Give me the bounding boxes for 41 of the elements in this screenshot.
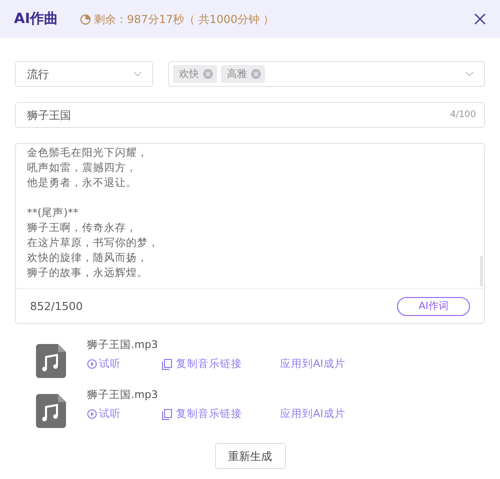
music-file-icon (36, 394, 66, 428)
lyric-line: 他是勇者，永不退让。 (27, 176, 138, 192)
style-select[interactable]: 流行 (15, 61, 153, 87)
lyric-line: **(尾声)** (27, 206, 80, 221)
mood-select[interactable]: 欢快 高雅 (168, 61, 485, 87)
lyrics-field[interactable]: 金色鬃毛在阳光下闪耀， 吼声如雷，震撼四方， 他是勇者，永不退让。 **(尾声)** 狮子王啊，传奇永存， 在这片草原，书写你的梦， 欢快的旋律，随风而扬， 狮子的故事，永远辉煌。 852/1500 AI作词 (15, 143, 485, 324)
copy-icon (162, 358, 172, 370)
preview-link[interactable]: 试听 (87, 357, 162, 371)
file-name: 狮子王国.mp3 (87, 338, 159, 352)
dialog-title: AI作曲 (14, 10, 58, 28)
lyric-line: 欢快的旋律，随风而扬， (27, 251, 149, 266)
title-value: 狮子王国 (27, 108, 71, 122)
file-name: 狮子王国.mp3 (87, 388, 159, 402)
play-icon (87, 359, 97, 369)
chevron-icon (133, 71, 142, 77)
lyric-line: 狮子的故事，永远辉煌。 (27, 266, 149, 282)
lyric-line: 狮子王啊，传奇永存， (27, 220, 138, 236)
apply-link[interactable]: 应用到AI成片 (280, 357, 346, 371)
preview-link[interactable]: 试听 (87, 407, 162, 421)
remove-icon[interactable] (203, 69, 213, 79)
music-file-icon (36, 344, 66, 378)
copy-link[interactable]: 复制音乐链接 (162, 357, 280, 371)
title-field[interactable]: 狮子王国 4/100 (15, 102, 485, 128)
copy-link[interactable]: 复制音乐链接 (162, 407, 280, 421)
remove-icon[interactable] (251, 69, 261, 79)
lyric-line: 金色鬃毛在阳光下闪耀， (27, 146, 149, 161)
apply-link[interactable]: 应用到AI成片 (280, 407, 346, 421)
pie-icon (80, 14, 92, 24)
regenerate-button[interactable]: 重新生成 (214, 443, 286, 469)
copy-icon (162, 408, 172, 420)
play-icon (87, 409, 97, 419)
lyric-line: 在这片草原，书写你的梦， (27, 236, 160, 252)
quota-text: 剩余：987分17秒（ 共1000分钟 ） (94, 12, 274, 26)
lyric-line: 吼声如雷，震撼四方， (27, 161, 138, 176)
char-counter: 4/100 (450, 110, 476, 120)
tag-label: 欢快 (179, 68, 199, 81)
ai-lyrics-button[interactable]: AI作词 (397, 296, 470, 316)
close-icon[interactable] (474, 13, 486, 25)
lyrics-counter: 852/1500 (30, 300, 83, 312)
tag-label: 高雅 (227, 68, 247, 81)
chevron-icon (465, 71, 474, 77)
